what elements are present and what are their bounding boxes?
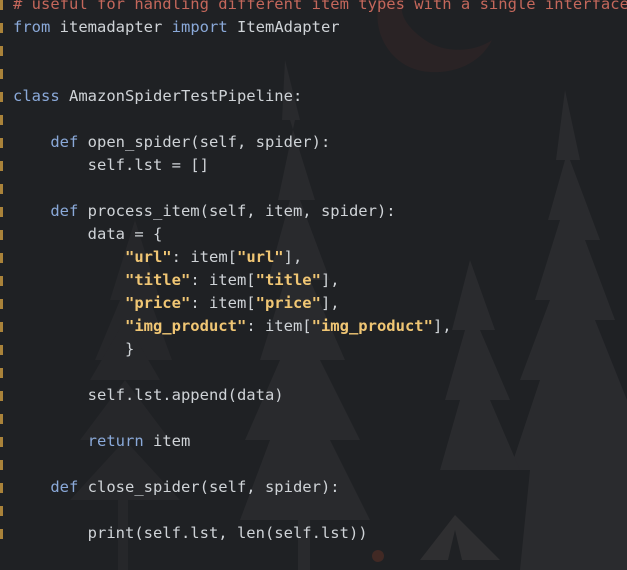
gutter-change-marker [0, 414, 3, 424]
code-token: process_item(self, item, spider): [78, 202, 396, 220]
code-token: : item[ [190, 271, 256, 289]
code-token: "img_product" [311, 317, 433, 335]
gutter-change-marker [0, 69, 3, 79]
code-token: def [50, 202, 79, 220]
gutter-change-marker [0, 460, 3, 470]
gutter-change-marker [0, 92, 3, 102]
editor-gutter [0, 0, 3, 570]
code-line[interactable]: class AmazonSpiderTestPipeline: [13, 85, 302, 108]
code-token: "price" [124, 294, 191, 312]
code-line[interactable]: # useful for handling different item typ… [13, 0, 627, 16]
code-token: def [50, 133, 79, 151]
code-editor[interactable]: # useful for handling different item typ… [0, 0, 627, 570]
code-line[interactable]: def close_spider(self, spider): [13, 476, 340, 499]
code-token: data = { [87, 225, 163, 243]
gutter-change-marker [0, 391, 3, 401]
gutter-change-marker [0, 276, 3, 286]
code-token: "url" [124, 248, 172, 266]
gutter-change-marker [0, 253, 3, 263]
code-line[interactable]: self.lst = [] [13, 154, 209, 177]
gutter-change-marker [0, 322, 3, 332]
code-token: from [13, 18, 51, 36]
code-line[interactable]: def process_item(self, item, spider): [13, 200, 396, 223]
code-token: itemadapter [50, 18, 172, 36]
code-line[interactable]: } [13, 338, 134, 361]
code-token: : item[ [190, 294, 256, 312]
code-token: "title" [255, 271, 321, 289]
code-token: "url" [236, 248, 284, 266]
code-token: } [124, 340, 135, 358]
code-token: ], [432, 317, 452, 335]
code-token: class [13, 87, 60, 105]
code-token: import [171, 18, 228, 36]
code-line[interactable]: "img_product": item["img_product"], [13, 315, 452, 338]
gutter-change-marker [0, 138, 3, 148]
code-line[interactable]: def open_spider(self, spider): [13, 131, 330, 154]
code-token: ItemAdapter [227, 18, 340, 36]
gutter-change-marker [0, 207, 3, 217]
gutter-change-marker [0, 230, 3, 240]
gutter-change-marker [0, 46, 3, 56]
gutter-change-marker [0, 437, 3, 447]
code-line[interactable]: "price": item["price"], [13, 292, 340, 315]
code-line[interactable]: from itemadapter import ItemAdapter [13, 16, 340, 39]
code-token: ], [320, 271, 340, 289]
gutter-change-marker [0, 529, 3, 539]
gutter-change-marker [0, 115, 3, 125]
code-token: def [50, 478, 79, 496]
gutter-change-marker [0, 161, 3, 171]
code-token: self.lst = [] [87, 156, 209, 174]
gutter-change-marker [0, 506, 3, 516]
gutter-change-marker [0, 184, 3, 194]
tent-and-campfire [372, 515, 500, 562]
gutter-change-marker [0, 483, 3, 493]
code-token: ], [283, 248, 303, 266]
code-token: close_spider(self, spider): [78, 478, 340, 496]
code-token: "img_product" [124, 317, 247, 335]
code-token: self.lst.append(data) [87, 386, 284, 404]
gutter-change-marker [0, 368, 3, 378]
code-line[interactable]: data = { [13, 223, 163, 246]
tree-silhouettes-right [440, 90, 627, 570]
code-token: print(self.lst, len(self.lst)) [87, 524, 368, 542]
code-line[interactable]: print(self.lst, len(self.lst)) [13, 522, 368, 545]
code-line[interactable]: return item [13, 430, 191, 453]
code-token: return [87, 432, 144, 450]
code-line[interactable]: "title": item["title"], [13, 269, 340, 292]
code-token: item [143, 432, 191, 450]
code-token: : item[ [171, 248, 237, 266]
code-line[interactable]: "url": item["url"], [13, 246, 302, 269]
code-token: AmazonSpiderTestPipeline: [59, 87, 303, 105]
code-token: "title" [124, 271, 191, 289]
code-token: "price" [255, 294, 321, 312]
code-line[interactable]: self.lst.append(data) [13, 384, 284, 407]
gutter-change-marker [0, 23, 3, 33]
code-token: : item[ [246, 317, 312, 335]
gutter-change-marker [0, 0, 3, 10]
gutter-change-marker [0, 345, 3, 355]
code-token: # useful for handling different item typ… [13, 0, 627, 13]
gutter-change-marker [0, 299, 3, 309]
code-token: open_spider(self, spider): [78, 133, 331, 151]
code-token: ], [320, 294, 340, 312]
